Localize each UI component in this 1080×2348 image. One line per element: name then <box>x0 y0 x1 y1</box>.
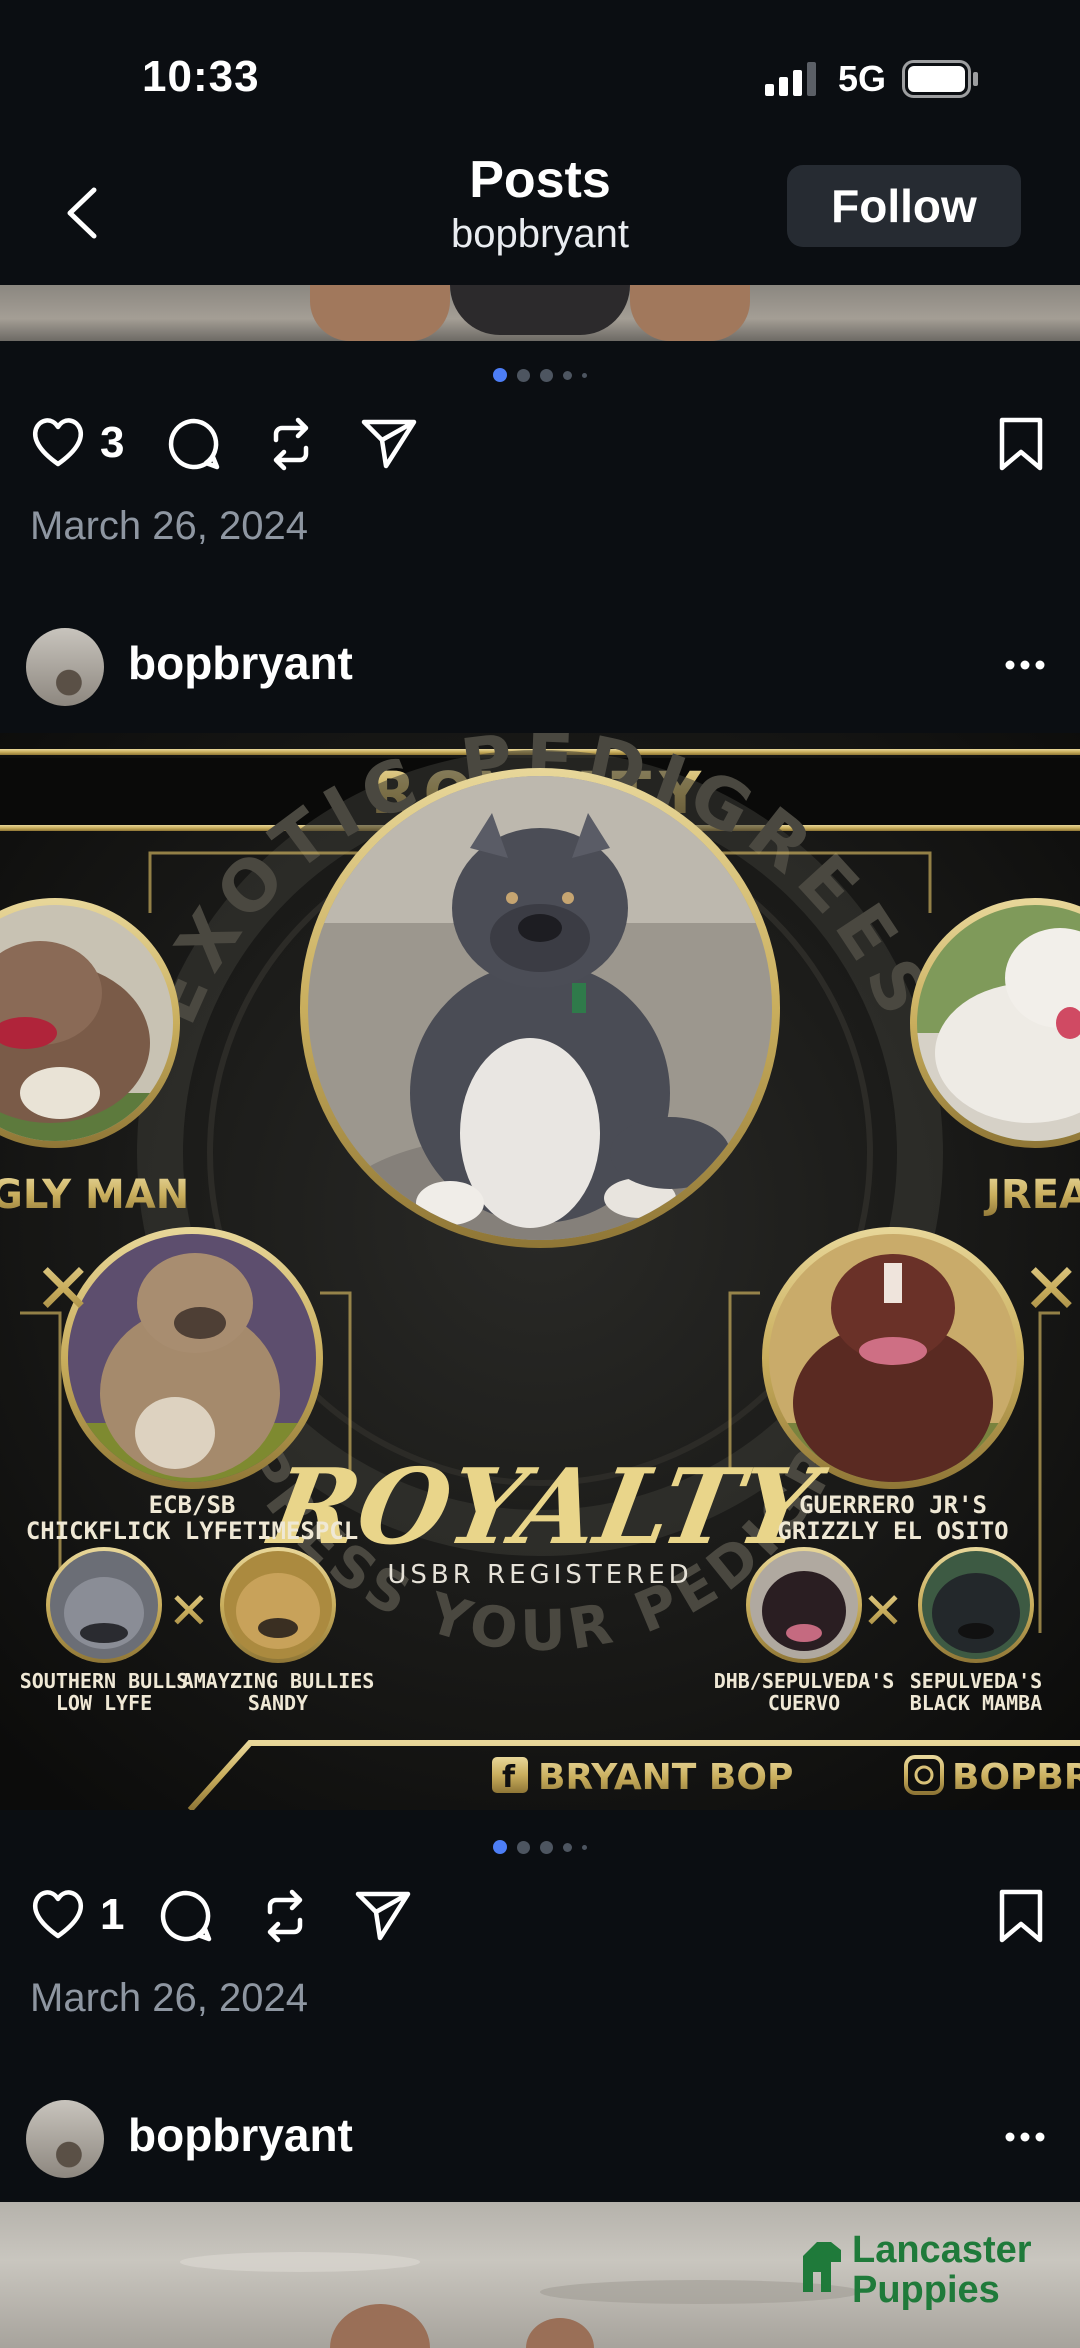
author-username[interactable]: bopbryant <box>128 636 353 690</box>
share-icon[interactable] <box>360 416 418 470</box>
follow-button[interactable]: Follow <box>787 165 1021 247</box>
like-count: 3 <box>100 418 125 467</box>
cross-mark: ✕ <box>34 1248 93 1330</box>
carousel-dot <box>517 368 530 382</box>
post-date: March 26, 2024 <box>30 1976 308 2020</box>
post-image-partial[interactable] <box>0 285 1080 341</box>
like-count: 1 <box>100 1890 125 1939</box>
right-dog-name: JREA <box>983 1172 1080 1218</box>
carousel-dot <box>493 368 507 382</box>
carousel-dot <box>493 1840 507 1854</box>
bookmark-icon[interactable] <box>996 416 1046 472</box>
post-author-row: bopbryant <box>0 620 1080 710</box>
status-time: 10:33 <box>142 52 260 101</box>
sire-right-name: GUERRERO JR'S GRIZZLY EL OSITO <box>777 1491 1008 1545</box>
carousel-dot <box>540 1840 553 1854</box>
pedigree-artwork: ROYALTY EXOTIC PEDIGREES EXPRESS YOUR PE… <box>0 733 1080 1810</box>
post-date: March 26, 2024 <box>30 504 308 548</box>
post-image-partial[interactable]: Lancaster Puppies <box>0 2202 1080 2348</box>
post-author-row: bopbryant <box>0 2092 1080 2182</box>
carousel-indicator <box>0 1840 1080 1854</box>
watermark: Lancaster Puppies <box>852 2230 1032 2310</box>
bookmark-icon[interactable] <box>996 1888 1046 1944</box>
status-bar: 10:33 5G <box>0 0 1080 150</box>
pedigree-graphic[interactable]: ROYALTY EXOTIC PEDIGREES EXPRESS YOUR PE… <box>0 733 1080 1810</box>
cross-mark: ✕ <box>1022 1248 1080 1330</box>
comment-icon[interactable] <box>158 1888 214 1944</box>
avatar[interactable] <box>26 2100 104 2178</box>
battery-icon <box>902 60 978 98</box>
script-title: ROYALTY <box>259 1446 834 1568</box>
posts-header: Posts bopbryant Follow <box>0 150 1080 285</box>
more-options-icon[interactable] <box>1000 645 1050 685</box>
cross-mark: ✕ <box>168 1582 210 1640</box>
post-actions: 3 <box>0 404 1080 484</box>
network-type: 5G <box>838 58 887 99</box>
carousel-dot <box>540 368 553 382</box>
heart-icon[interactable] <box>30 416 86 468</box>
carousel-dot <box>582 372 587 378</box>
carousel-dot <box>563 370 572 380</box>
cellular-signal-icon <box>765 62 816 96</box>
repost-icon[interactable] <box>264 416 318 472</box>
carousel-dot <box>582 1844 587 1850</box>
registry-label: USBR REGISTERED <box>387 1560 692 1590</box>
carousel-indicator <box>0 368 1080 382</box>
watermark-line1: Lancaster <box>852 2229 1032 2271</box>
avatar[interactable] <box>26 628 104 706</box>
cross-mark: ✕ <box>862 1582 904 1640</box>
watermark-line2: Puppies <box>852 2269 1000 2311</box>
share-icon[interactable] <box>354 1888 412 1942</box>
heart-icon[interactable] <box>30 1888 86 1940</box>
post-actions: 1 <box>0 1876 1080 1956</box>
facebook-handle: BRYANT BOP <box>538 1757 793 1798</box>
more-options-icon[interactable] <box>1000 2117 1050 2157</box>
facebook-glyph: f <box>502 1760 516 1795</box>
carousel-dot <box>563 1842 572 1852</box>
repost-icon[interactable] <box>258 1888 312 1944</box>
carousel-dot <box>517 1840 530 1854</box>
lancaster-puppies-logo-icon <box>803 2242 841 2292</box>
left-dog-name: GLY MAN <box>0 1172 189 1218</box>
instagram-handle: BOPBRY <box>952 1757 1080 1798</box>
comment-icon[interactable] <box>166 416 222 472</box>
grandparent-4-name: SEPULVEDA'S BLACK MAMBA <box>910 1669 1042 1715</box>
author-username[interactable]: bopbryant <box>128 2108 353 2162</box>
